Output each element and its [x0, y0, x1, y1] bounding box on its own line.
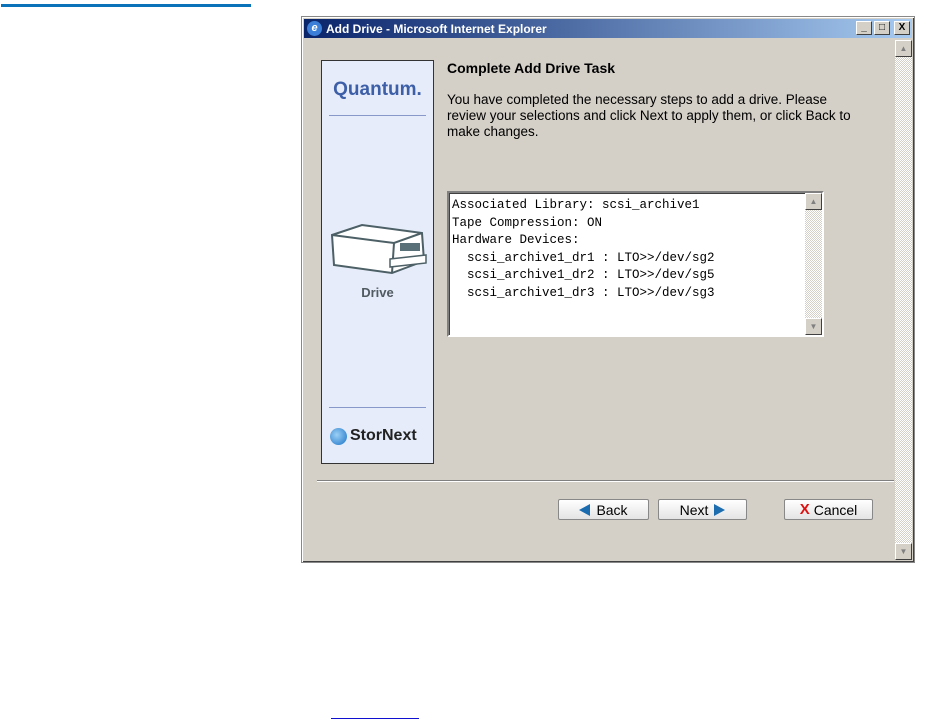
back-button[interactable]: Back	[558, 499, 649, 520]
maximize-button[interactable]: □	[874, 21, 890, 35]
arrow-left-icon	[579, 503, 591, 516]
page-title: Complete Add Drive Task	[447, 60, 616, 76]
title-bar: e Add Drive - Microsoft Internet Explore…	[304, 19, 912, 38]
browser-window: e Add Drive - Microsoft Internet Explore…	[301, 16, 915, 563]
globe-icon	[330, 427, 347, 445]
scroll-down-icon[interactable]: ▼	[805, 318, 822, 335]
page-header-rule	[1, 4, 251, 7]
stornext-label: StorNext	[350, 427, 417, 444]
wizard-content: Quantum. Drive StorNext Complete Add Dri…	[304, 40, 894, 560]
summary-scrollbar[interactable]: ▲ ▼	[805, 193, 822, 335]
divider	[329, 115, 426, 116]
window-title: Add Drive - Microsoft Internet Explorer	[326, 21, 547, 36]
drive-icon	[330, 221, 428, 282]
cancel-label: Cancel	[813, 501, 858, 518]
cancel-button[interactable]: X Cancel	[784, 499, 873, 520]
cancel-x-icon: X	[799, 501, 810, 518]
ie-icon: e	[307, 21, 322, 36]
minimize-button[interactable]: _	[856, 21, 872, 35]
summary-textarea[interactable]: Associated Library: scsi_archive1 Tape C…	[447, 191, 824, 337]
arrow-right-icon	[714, 503, 726, 516]
next-label: Next	[679, 501, 709, 518]
wizard-sidebar: Quantum. Drive StorNext	[321, 60, 434, 464]
window-scrollbar[interactable]: ▲ ▼	[895, 40, 912, 560]
close-button[interactable]: X	[894, 21, 910, 35]
separator	[317, 480, 894, 482]
divider	[329, 407, 426, 408]
next-button[interactable]: Next	[658, 499, 747, 520]
drive-label: Drive	[361, 285, 394, 300]
quantum-logo: Quantum.	[333, 79, 422, 100]
footer-rule	[331, 718, 419, 719]
back-label: Back	[596, 501, 628, 518]
scroll-down-icon[interactable]: ▼	[895, 543, 912, 560]
scroll-up-icon[interactable]: ▲	[895, 40, 912, 57]
stornext-logo: StorNext	[330, 427, 417, 445]
scroll-up-icon[interactable]: ▲	[805, 193, 822, 210]
intro-text: You have completed the necessary steps t…	[447, 92, 851, 139]
summary-text: Associated Library: scsi_archive1 Tape C…	[452, 198, 715, 300]
